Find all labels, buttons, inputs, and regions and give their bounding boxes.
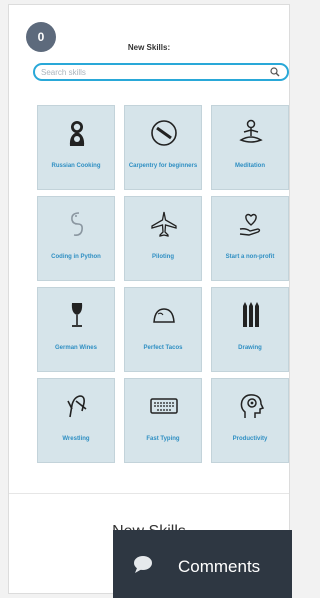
speech-bubble-icon bbox=[134, 556, 152, 573]
saw-icon bbox=[151, 120, 177, 146]
comments-button[interactable]: Comments bbox=[113, 530, 292, 598]
pencils-icon bbox=[243, 302, 259, 327]
keyboard-icon bbox=[150, 398, 178, 414]
skill-label: Fast Typing bbox=[146, 436, 180, 442]
airplane-icon bbox=[151, 211, 177, 237]
skill-tile-fast-typing[interactable]: Fast Typing bbox=[124, 378, 202, 463]
taco-icon bbox=[153, 308, 175, 323]
comments-label: Comments bbox=[178, 557, 261, 576]
section-divider bbox=[9, 493, 289, 494]
search-box[interactable] bbox=[33, 63, 289, 81]
search-icon[interactable] bbox=[270, 67, 280, 77]
skill-label: Piloting bbox=[152, 254, 174, 260]
skill-label: Carpentry for beginners bbox=[128, 163, 198, 169]
skill-tile-non-profit[interactable]: Start a non-profit bbox=[211, 196, 289, 281]
search-input[interactable] bbox=[41, 65, 261, 79]
wrestling-icon bbox=[67, 395, 87, 418]
skill-label: Meditation bbox=[235, 163, 265, 169]
skill-label: Coding in Python bbox=[51, 254, 101, 260]
skill-tile-russian-cooking[interactable]: Russian Cooking bbox=[37, 105, 115, 190]
skill-tile-meditation[interactable]: Meditation bbox=[211, 105, 289, 190]
meditation-icon bbox=[239, 119, 263, 143]
heart-hand-icon bbox=[239, 213, 261, 236]
skill-tile-carpentry[interactable]: Carpentry for beginners bbox=[124, 105, 202, 190]
python-icon bbox=[71, 212, 83, 236]
page-title: New Skills: bbox=[127, 43, 171, 52]
skill-label: Russian Cooking bbox=[51, 163, 101, 169]
skill-tile-piloting[interactable]: Piloting bbox=[124, 196, 202, 281]
skill-label: Perfect Tacos bbox=[143, 345, 183, 351]
skill-label: Wrestling bbox=[62, 436, 90, 442]
matryoshka-icon bbox=[69, 121, 85, 146]
skill-tile-wrestling[interactable]: Wrestling bbox=[37, 378, 115, 463]
skill-label: Drawing bbox=[238, 345, 262, 351]
skill-tile-python[interactable]: Coding in Python bbox=[37, 196, 115, 281]
skill-tile-drawing[interactable]: Drawing bbox=[211, 287, 289, 372]
skill-label: Productivity bbox=[232, 436, 268, 442]
skill-tile-tacos[interactable]: Perfect Tacos bbox=[124, 287, 202, 372]
skill-label: Start a non-profit bbox=[225, 254, 275, 260]
skills-panel: 0 New Skills: Russian Cooking Carpentry … bbox=[8, 4, 290, 594]
wine-glass-icon bbox=[71, 303, 83, 327]
skill-tile-productivity[interactable]: Productivity bbox=[211, 378, 289, 463]
skill-label: German Wines bbox=[55, 345, 97, 351]
head-gear-icon bbox=[240, 394, 265, 418]
skill-tile-german-wines[interactable]: German Wines bbox=[37, 287, 115, 372]
